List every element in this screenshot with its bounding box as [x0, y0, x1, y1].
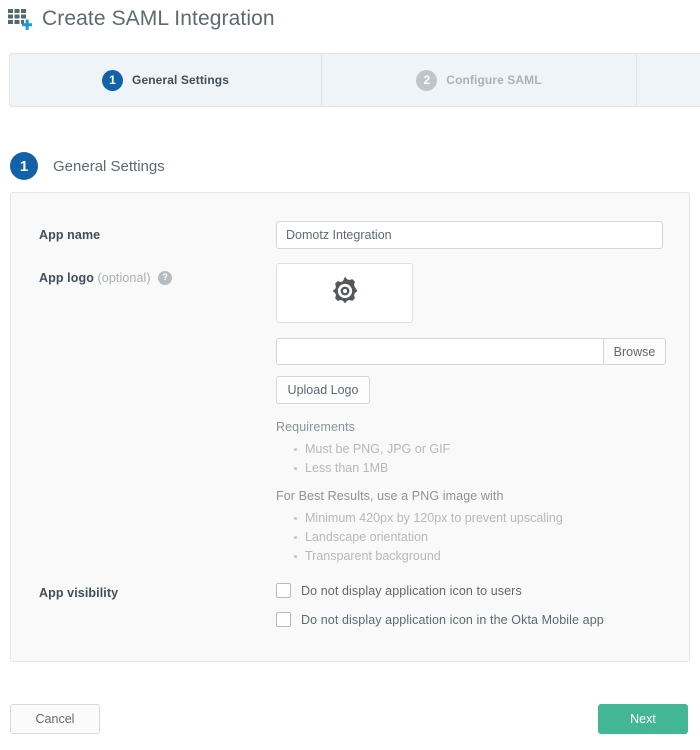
wizard-stepper: 1 General Settings 2 Configure SAML — [9, 53, 700, 107]
best-results-item: Transparent background — [278, 547, 636, 566]
best-results-heading: For Best Results, use a PNG image with — [276, 489, 504, 503]
best-results-item: Minimum 420px by 120px to prevent upscal… — [278, 509, 636, 528]
logo-file-row: Browse — [276, 338, 666, 365]
page-header: Create SAML Integration — [6, 6, 275, 32]
logo-requirements: Requirements Must be PNG, JPG or GIF Les… — [276, 420, 636, 566]
help-icon[interactable]: ? — [158, 270, 173, 285]
app-visibility-label: App visibility — [39, 586, 119, 600]
stepper-step-general-settings[interactable]: 1 General Settings — [10, 54, 322, 106]
logo-file-path-input[interactable] — [276, 338, 603, 365]
app-logo-preview — [276, 263, 413, 323]
app-name-label: App name — [39, 228, 101, 242]
cancel-button[interactable]: Cancel — [10, 704, 100, 734]
next-button[interactable]: Next — [598, 704, 688, 734]
gear-icon — [329, 275, 361, 312]
browse-button[interactable]: Browse — [603, 338, 666, 365]
step-number-badge: 1 — [102, 69, 124, 91]
app-logo-label: App logo (optional) ? — [39, 270, 173, 286]
app-logo-optional-text: (optional) — [97, 271, 151, 285]
app-name-input[interactable] — [276, 221, 663, 249]
step-number-badge: 2 — [416, 69, 438, 91]
requirements-list: Must be PNG, JPG or GIF Less than 1MB — [278, 440, 636, 478]
create-saml-integration-page: Create SAML Integration 1 General Settin… — [0, 0, 700, 750]
general-settings-panel: App name App logo (optional) ? Browse Up… — [10, 192, 690, 662]
section-title: General Settings — [53, 157, 165, 175]
requirements-item: Must be PNG, JPG or GIF — [278, 440, 636, 459]
checkbox-label: Do not display application icon to users — [301, 583, 522, 598]
page-title: Create SAML Integration — [42, 7, 275, 30]
hide-from-mobile-checkbox[interactable] — [276, 612, 291, 627]
hide-from-users-checkbox[interactable] — [276, 583, 291, 598]
requirements-heading: Requirements — [276, 420, 356, 434]
app-grid-plus-icon — [6, 6, 32, 32]
app-logo-label-text: App logo — [39, 271, 94, 285]
step-label: General Settings — [132, 73, 229, 87]
section-number-badge: 1 — [10, 152, 38, 180]
best-results-list: Minimum 420px by 120px to prevent upscal… — [278, 509, 636, 566]
app-visibility-option-hide-from-users[interactable]: Do not display application icon to users — [276, 583, 522, 598]
step-label: Configure SAML — [446, 73, 542, 87]
upload-logo-button[interactable]: Upload Logo — [276, 376, 370, 404]
section-header: 1 General Settings — [10, 152, 165, 180]
app-visibility-option-hide-from-mobile[interactable]: Do not display application icon in the O… — [276, 612, 604, 627]
stepper-step-empty — [637, 54, 700, 106]
checkbox-label: Do not display application icon in the O… — [301, 612, 604, 627]
best-results-item: Landscape orientation — [278, 528, 636, 547]
requirements-item: Less than 1MB — [278, 459, 636, 478]
stepper-step-configure-saml[interactable]: 2 Configure SAML — [322, 54, 637, 106]
